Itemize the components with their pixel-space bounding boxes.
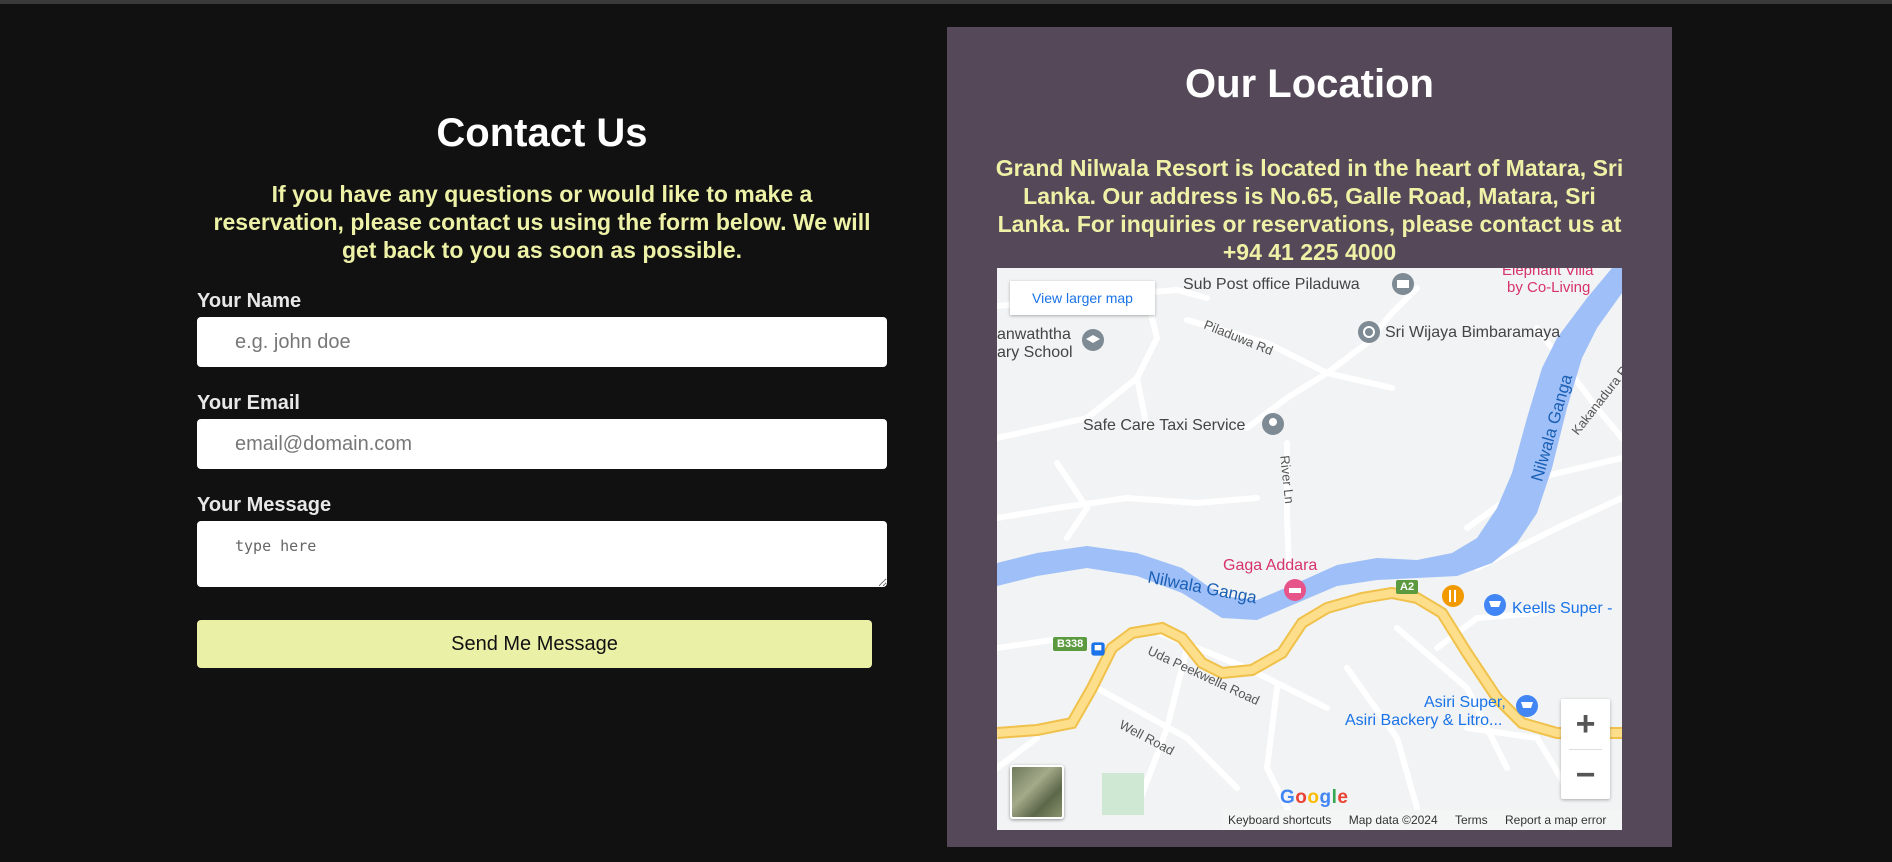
place-school-line2: ary School xyxy=(997,344,1073,361)
minor-road xyxy=(997,494,1260,521)
location-title: Our Location xyxy=(1185,62,1434,106)
place-gaga-addara[interactable]: Gaga Addara xyxy=(1223,557,1317,575)
browser-top-strip xyxy=(0,0,1892,4)
email-label: Your Email xyxy=(197,392,300,414)
name-input[interactable] xyxy=(197,317,887,367)
google-logo: Google xyxy=(1280,787,1349,808)
satellite-toggle-thumbnail[interactable] xyxy=(1010,765,1064,819)
shopping-cart-pin-icon[interactable] xyxy=(1483,593,1507,617)
minor-road xyxy=(1054,460,1091,541)
view-larger-map-link[interactable]: View larger map xyxy=(1010,281,1155,315)
park-area xyxy=(1102,773,1144,815)
taxi-pin-icon[interactable] xyxy=(1261,412,1285,436)
minor-road xyxy=(997,637,1055,651)
email-input[interactable] xyxy=(197,419,887,469)
map-footer: Keyboard shortcuts Map data ©2024 Terms … xyxy=(1222,810,1622,830)
minor-road xyxy=(1244,370,1330,431)
keyboard-shortcuts-link[interactable]: Keyboard shortcuts xyxy=(1228,813,1331,827)
map-base-layer xyxy=(997,268,1622,830)
place-asiri-backery: Asiri Backery & Litro... xyxy=(1345,712,1503,729)
contact-intro: If you have any questions or would like … xyxy=(213,181,871,263)
bus-stop-icon[interactable] xyxy=(1090,641,1106,657)
place-elephant-villa[interactable]: Elephant Villa xyxy=(1502,268,1593,279)
zoom-controls: + − xyxy=(1561,699,1610,799)
minor-road xyxy=(1344,665,1420,811)
contact-form: Your Name Your Email Your Message Send M… xyxy=(197,289,887,668)
map-data-link[interactable]: Map data ©2024 xyxy=(1349,813,1438,827)
place-elephant-villa-2: by Co-Living xyxy=(1507,279,1591,296)
embedded-map[interactable]: View larger map Sub Post office Piladuwa… xyxy=(997,268,1622,830)
temple-pin-icon[interactable] xyxy=(1357,320,1381,344)
location-section: Our Location Grand Nilwala Resort is loc… xyxy=(947,27,1672,847)
restaurant-pin-icon[interactable] xyxy=(1441,584,1465,608)
road-badge-a2: A2 xyxy=(1396,580,1419,594)
message-label: Your Message xyxy=(197,494,332,516)
shopping-cart-pin-icon[interactable] xyxy=(1515,694,1539,718)
school-pin-icon[interactable] xyxy=(1081,328,1105,352)
terms-link[interactable]: Terms xyxy=(1455,813,1488,827)
contact-section: Contact Us If you have any questions or … xyxy=(197,100,887,668)
place-keells-super[interactable]: Keells Super - xyxy=(1512,600,1613,618)
zoom-in-button[interactable]: + xyxy=(1561,699,1610,749)
place-sri-wijaya[interactable]: Sri Wijaya Bimbaramaya xyxy=(1385,324,1560,342)
report-map-error-link[interactable]: Report a map error xyxy=(1505,813,1606,827)
minor-road xyxy=(1133,295,1161,431)
place-sub-post-office[interactable]: Sub Post office Piladuwa xyxy=(1183,276,1360,294)
road-badge-b338: B338 xyxy=(1053,637,1088,651)
message-textarea[interactable] xyxy=(197,521,887,587)
location-address: Grand Nilwala Resort is located in the h… xyxy=(995,155,1624,265)
minor-road xyxy=(997,735,1040,771)
place-asiri-super[interactable]: Asiri Super, xyxy=(1424,694,1506,712)
name-label: Your Name xyxy=(197,290,302,312)
post-office-pin-icon[interactable] xyxy=(1391,272,1415,296)
zoom-out-button[interactable]: − xyxy=(1561,750,1610,800)
place-taxi-service[interactable]: Safe Care Taxi Service xyxy=(1083,417,1245,435)
contact-title: Contact Us xyxy=(436,111,648,155)
send-message-button[interactable]: Send Me Message xyxy=(197,620,872,668)
place-school-line1[interactable]: anwaththa xyxy=(997,326,1071,344)
hotel-pin-icon[interactable] xyxy=(1283,578,1307,602)
